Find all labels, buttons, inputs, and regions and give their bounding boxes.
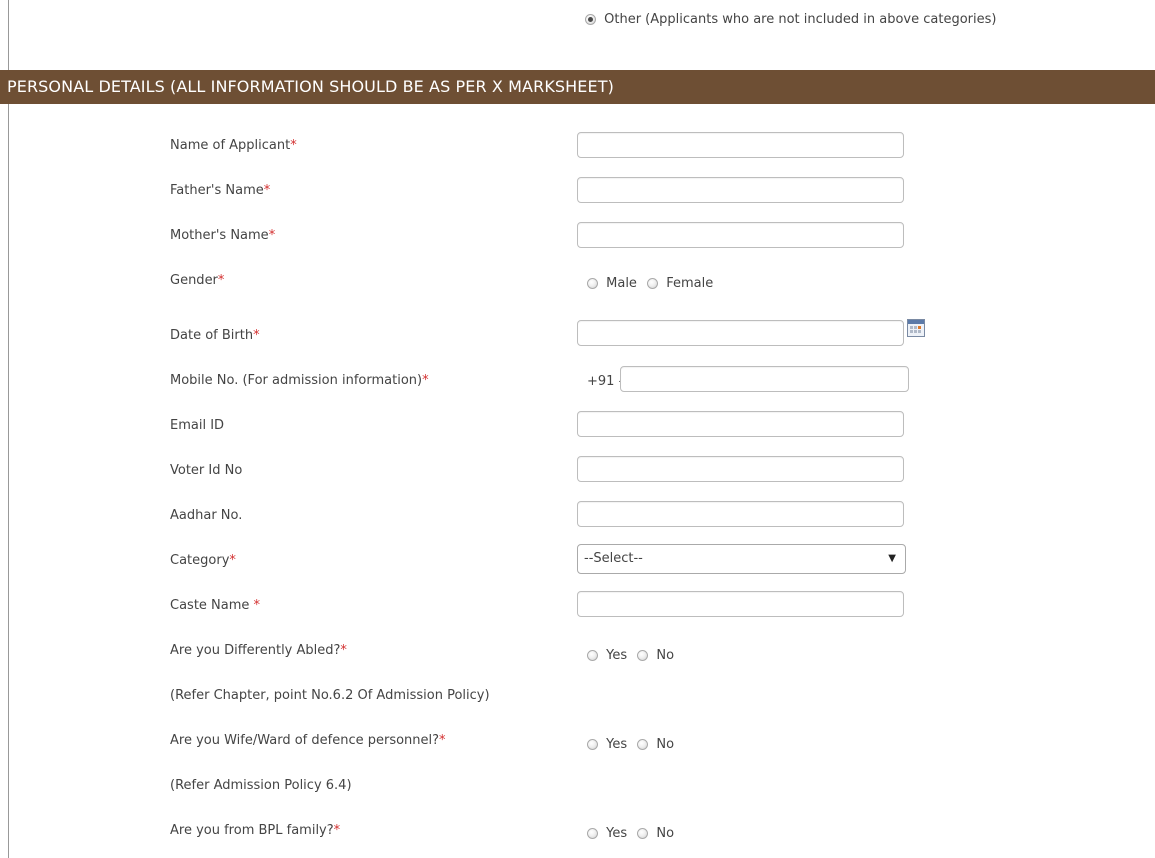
label-defence: Are you Wife/Ward of defence personnel?*	[170, 733, 446, 748]
defence-yes-label: Yes	[606, 737, 628, 752]
label-category: Category*	[170, 553, 236, 568]
radio-other[interactable]	[585, 14, 596, 25]
label-mobile: Mobile No. (For admission information)*	[170, 373, 429, 388]
dob-input[interactable]	[577, 320, 904, 346]
differently-abled-yes-label: Yes	[606, 648, 628, 663]
bpl-radio-group: Yes No	[587, 826, 680, 841]
name-input[interactable]	[577, 132, 904, 158]
label-aadhar: Aadhar No.	[170, 508, 243, 523]
calendar-icon[interactable]	[907, 319, 925, 337]
gender-male-radio[interactable]	[587, 278, 598, 289]
caste-input[interactable]	[577, 591, 904, 617]
label-bpl: Are you from BPL family?*	[170, 823, 341, 838]
gender-female-radio[interactable]	[647, 278, 659, 289]
differently-abled-no-label: No	[656, 648, 675, 663]
note-differently-abled: (Refer Chapter, point No.6.2 Of Admissio…	[170, 688, 490, 703]
label-mother-name: Mother's Name*	[170, 228, 276, 243]
radio-other-label: Other (Applicants who are not included i…	[604, 12, 997, 27]
label-voter-id: Voter Id No	[170, 463, 243, 478]
defence-no-radio[interactable]	[637, 739, 649, 750]
mobile-country-prefix: +91 -	[587, 374, 624, 389]
voter-id-input[interactable]	[577, 456, 904, 482]
label-dob: Date of Birth*	[170, 328, 260, 343]
label-email: Email ID	[170, 418, 225, 433]
section-header-personal-details: PERSONAL DETAILS (ALL INFORMATION SHOULD…	[0, 70, 1155, 104]
bpl-no-label: No	[656, 826, 675, 841]
defence-yes-radio[interactable]	[587, 739, 598, 750]
bpl-yes-radio[interactable]	[587, 828, 598, 839]
chevron-down-icon: ▼	[888, 553, 896, 564]
gender-male-label: Male	[606, 276, 637, 291]
bpl-no-radio[interactable]	[637, 828, 649, 839]
mother-name-input[interactable]	[577, 222, 904, 248]
category-select[interactable]: --Select-- ▼	[577, 544, 906, 574]
label-name: Name of Applicant*	[170, 138, 297, 153]
gender-female-label: Female	[666, 276, 714, 291]
father-name-input[interactable]	[577, 177, 904, 203]
email-input[interactable]	[577, 411, 904, 437]
label-caste: Caste Name *	[170, 598, 261, 613]
differently-abled-yes-radio[interactable]	[587, 650, 598, 661]
differently-abled-radio-group: Yes No	[587, 648, 680, 663]
category-option-other[interactable]: Other (Applicants who are not included i…	[585, 12, 1002, 27]
label-father-name: Father's Name*	[170, 183, 271, 198]
note-defence: (Refer Admission Policy 6.4)	[170, 778, 352, 793]
left-border-line	[8, 0, 9, 858]
differently-abled-no-radio[interactable]	[637, 650, 649, 661]
aadhar-input[interactable]	[577, 501, 904, 527]
mobile-input[interactable]	[620, 366, 909, 392]
category-select-value: --Select--	[584, 551, 643, 566]
gender-radio-group: Male Female	[587, 276, 719, 291]
label-gender: Gender*	[170, 273, 225, 288]
defence-radio-group: Yes No	[587, 737, 680, 752]
defence-no-label: No	[656, 737, 675, 752]
bpl-yes-label: Yes	[606, 826, 628, 841]
label-differently-abled: Are you Differently Abled?*	[170, 643, 347, 658]
